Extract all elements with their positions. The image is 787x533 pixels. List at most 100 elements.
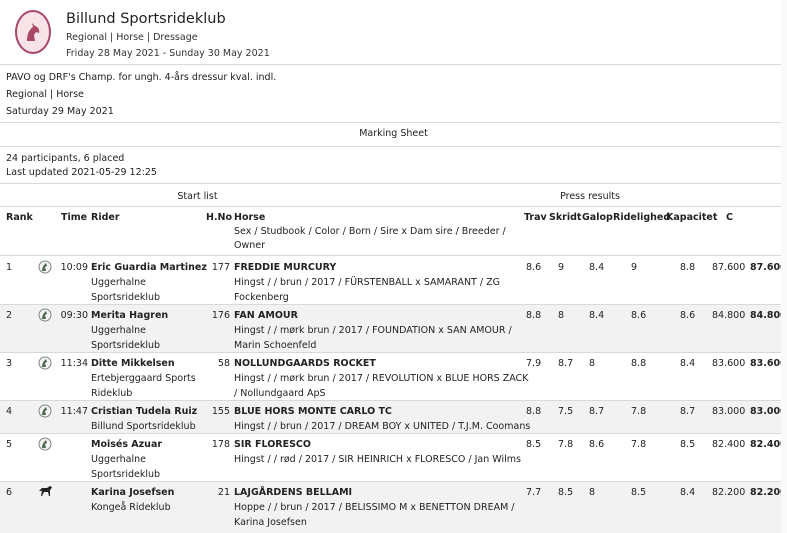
score-c-percent: 83.600	[712, 358, 746, 369]
score-ridelighed: 7.8	[631, 406, 647, 417]
score-ridelighed: 9	[631, 262, 638, 273]
horse-icon	[38, 485, 52, 499]
col-ridelighed[interactable]: Ridelighed	[613, 212, 670, 223]
col-rank[interactable]: Rank	[6, 212, 33, 223]
event-dates: Friday 28 May 2021 - Sunday 30 May 2021	[66, 48, 270, 59]
col-time[interactable]: Time	[61, 212, 87, 223]
rider-club: Billund Sportsrideklub	[91, 421, 196, 432]
score-skridt: 8	[558, 310, 565, 321]
class-level: Regional | Horse	[6, 89, 84, 100]
table-row[interactable]: 2 09:30 Merita Hagren Uggerhalne Sportsr…	[0, 304, 787, 352]
score-ridelighed: 8.6	[631, 310, 647, 321]
col-horse-detail: Sex / Studbook / Color / Born / Sire x D…	[234, 226, 506, 237]
table-row[interactable]: 5 Moisés Azuar Uggerhalne Sportsrideklub…	[0, 433, 787, 481]
event-header: Billund Sportsrideklub Regional | Horse …	[0, 0, 787, 64]
score-trav: 8.8	[526, 310, 542, 321]
rider-name[interactable]: Cristian Tudela Ruiz	[91, 406, 197, 417]
score-kapacitet: 8.4	[680, 487, 696, 498]
score-galop: 8.6	[589, 439, 605, 450]
hno-cell: 177	[211, 262, 230, 273]
score-trav: 8.8	[526, 406, 542, 417]
horse-details: Hingst / / mørk brun / 2017 / FOUNDATION…	[234, 325, 512, 336]
table-row[interactable]: 6 Karina Josefsen Kongeå Rideklub 21 LAJ…	[0, 481, 787, 533]
horse-name[interactable]: BLUE HORS MONTE CARLO TC	[234, 406, 392, 417]
divider	[0, 206, 787, 207]
score-c-percent: 82.400	[712, 439, 746, 450]
score-galop: 8.7	[589, 406, 605, 417]
horse-details: Hingst / / brun / 2017 / FÜRSTENBALL x S…	[234, 277, 500, 288]
col-rider[interactable]: Rider	[91, 212, 120, 223]
rank-cell: 4	[6, 406, 13, 417]
horse-name[interactable]: LAJGÅRDENS BELLAMI	[234, 487, 352, 498]
col-kapacitet[interactable]: Kapacitet	[666, 212, 717, 223]
score-kapacitet: 8.8	[680, 262, 696, 273]
horse-details: Hoppe / / brun / 2017 / BELISSIMO M x BE…	[234, 502, 515, 513]
horse-head-icon	[27, 23, 40, 41]
divider	[0, 122, 787, 123]
score-trav: 7.9	[526, 358, 542, 369]
score-ridelighed: 7.8	[631, 439, 647, 450]
score-kapacitet: 8.6	[680, 310, 696, 321]
rider-name[interactable]: Moisés Azuar	[91, 439, 162, 450]
col-horse[interactable]: Horse	[234, 212, 265, 223]
horse-name[interactable]: FREDDIE MURCURY	[234, 262, 336, 273]
club-logo-icon	[38, 437, 52, 451]
horse-name[interactable]: SIR FLORESCO	[234, 439, 311, 450]
col-horse-detail: Owner	[234, 240, 266, 251]
horse-details: Hingst / / mørk brun / 2017 / REVOLUTION…	[234, 373, 529, 384]
score-skridt: 8.7	[558, 358, 574, 369]
rider-club: Uggerhalne	[91, 325, 146, 336]
rider-club: Rideklub	[91, 388, 133, 399]
table-row[interactable]: 3 11:34 Ditte Mikkelsen Ertebjerggaard S…	[0, 352, 787, 400]
table-row[interactable]: 1 10:09 Eric Guardia Martinez Uggerhalne…	[0, 256, 787, 304]
horse-details: Marin Schoenfeld	[234, 340, 317, 351]
rider-name[interactable]: Ditte Mikkelsen	[91, 358, 175, 369]
horse-details: Fockenberg	[234, 292, 289, 303]
divider	[0, 183, 787, 184]
table-row[interactable]: 4 11:47 Cristian Tudela Ruiz Billund Spo…	[0, 400, 787, 433]
class-date: Saturday 29 May 2021	[6, 106, 114, 117]
horse-details: / Nollundgaard ApS	[234, 388, 326, 399]
event-subtitle: Regional | Horse | Dressage	[66, 32, 198, 43]
rider-name[interactable]: Eric Guardia Martinez	[91, 262, 207, 273]
rider-club: Ertebjerggaard Sports	[91, 373, 196, 384]
horse-name[interactable]: FAN AMOUR	[234, 310, 298, 321]
horse-name[interactable]: NOLLUNDGAARDS ROCKET	[234, 358, 376, 369]
rider-name[interactable]: Karina Josefsen	[91, 487, 174, 498]
score-galop: 8	[589, 358, 596, 369]
row-divider	[0, 481, 787, 482]
col-c[interactable]: C	[726, 212, 733, 223]
score-kapacitet: 8.5	[680, 439, 696, 450]
col-skridt[interactable]: Skridt	[549, 212, 581, 223]
row-divider	[0, 433, 787, 434]
rider-club: Sportsrideklub	[91, 340, 161, 351]
rider-club: Kongeå Rideklub	[91, 502, 171, 513]
col-hno[interactable]: H.No	[206, 212, 232, 223]
score-skridt: 7.8	[558, 439, 574, 450]
score-skridt: 8.5	[558, 487, 574, 498]
section-title: Marking Sheet	[359, 128, 428, 139]
hno-cell: 176	[211, 310, 230, 321]
horse-details: Karina Josefsen	[234, 517, 307, 528]
rider-club: Uggerhalne	[91, 454, 146, 465]
rank-cell: 6	[6, 487, 13, 498]
row-divider	[0, 400, 787, 401]
score-skridt: 7.5	[558, 406, 574, 417]
col-galop[interactable]: Galop	[582, 212, 613, 223]
last-updated: Last updated 2021-05-29 12:25	[6, 167, 157, 178]
score-c-percent: 84.800	[712, 310, 746, 321]
class-name: PAVO og DRF's Champ. for ungh. 4-års dre…	[6, 72, 277, 83]
time-cell: 10:09	[60, 262, 88, 273]
hno-cell: 155	[211, 406, 230, 417]
scrollbar[interactable]	[781, 0, 787, 533]
score-c-percent: 82.200	[712, 487, 746, 498]
score-trav: 8.6	[526, 262, 542, 273]
rider-name[interactable]: Merita Hagren	[91, 310, 168, 321]
score-ridelighed: 8.8	[631, 358, 647, 369]
participants-count: 24 participants, 6 placed	[6, 153, 125, 164]
club-logo-icon	[38, 260, 52, 274]
col-trav[interactable]: Trav	[524, 212, 547, 223]
row-divider	[0, 304, 787, 305]
hno-cell: 58	[217, 358, 230, 369]
rank-cell: 3	[6, 358, 13, 369]
